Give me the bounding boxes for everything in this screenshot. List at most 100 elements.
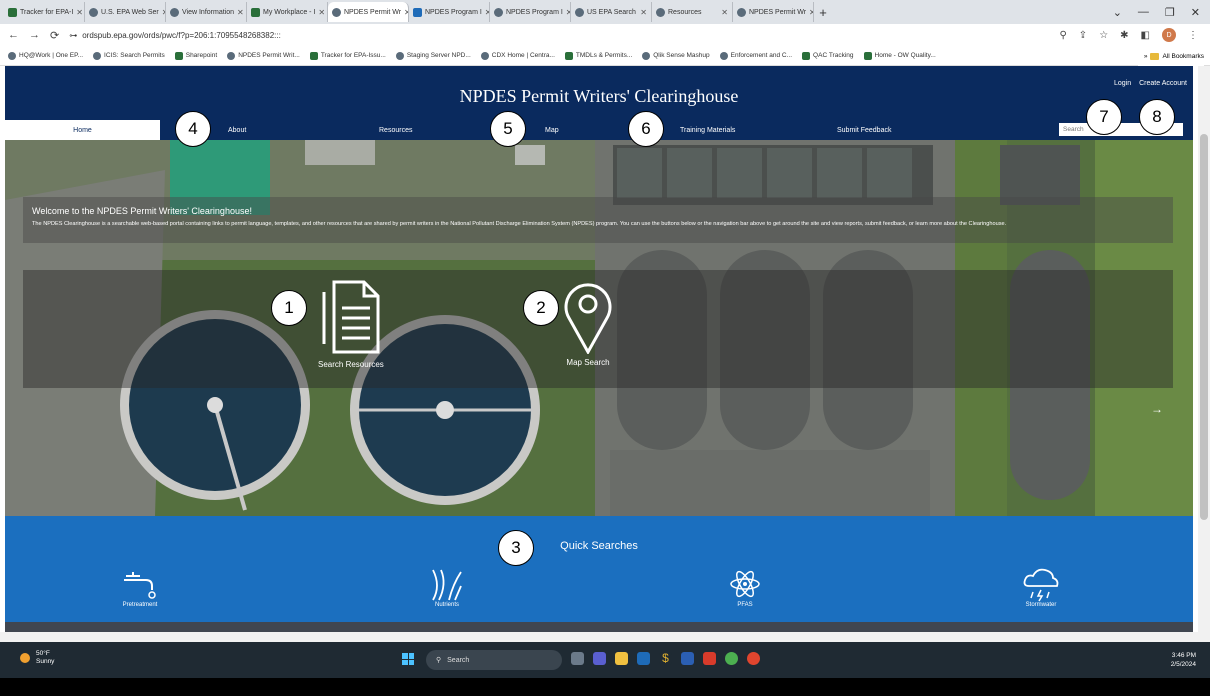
browser-tab[interactable]: U.S. EPA Web Ser✕ <box>85 2 166 22</box>
file-explorer-icon[interactable] <box>615 652 628 665</box>
atom-icon <box>730 570 760 598</box>
tab-search-icon[interactable]: ⌄ <box>1113 6 1122 19</box>
app-icon[interactable] <box>747 652 760 665</box>
web-page: NPDES Permit Writers' Clearinghouse Logi… <box>0 66 1198 632</box>
close-tab-icon[interactable]: ✕ <box>640 8 647 17</box>
search-resources-button[interactable]: Search Resources <box>318 278 384 369</box>
callout-marker: 2 <box>523 290 559 326</box>
create-account-link[interactable]: Create Account <box>1139 80 1187 87</box>
nav-home[interactable]: Home <box>5 120 160 140</box>
bookmark-item[interactable]: Enforcement and C... <box>719 51 792 60</box>
minimize-icon[interactable]: — <box>1138 6 1149 18</box>
globe-icon <box>494 7 503 17</box>
outlook-icon[interactable] <box>637 652 650 665</box>
extensions-icon[interactable]: ✱ <box>1120 30 1128 41</box>
close-tab-icon[interactable]: ✕ <box>237 8 244 17</box>
quick-search-pfas[interactable]: PFAS <box>695 566 795 608</box>
bookmark-item[interactable]: Home - OW Quality... <box>863 51 936 60</box>
share-icon[interactable]: ⇪ <box>1079 30 1087 41</box>
quick-search-stormwater[interactable]: Stormwater <box>991 566 1091 608</box>
bookmark-item[interactable]: CDX Home | Centra... <box>480 51 555 60</box>
map-search-button[interactable]: Map Search <box>561 280 615 367</box>
bookmark-icon <box>93 51 102 60</box>
task-view-icon[interactable] <box>571 652 584 665</box>
welcome-text: The NPDES Clearinghouse is a searchable … <box>32 221 1007 227</box>
bookmark-icon <box>642 51 651 60</box>
bookmark-item[interactable]: ICIS: Search Permits <box>93 51 165 60</box>
bookmark-item[interactable]: QAC Tracking <box>802 51 854 60</box>
close-tab-icon[interactable]: ✕ <box>76 8 83 17</box>
page-scrollbar[interactable] <box>1198 66 1210 632</box>
folder-icon <box>1150 52 1160 60</box>
restore-icon[interactable]: ❐ <box>1165 6 1175 19</box>
nav-map[interactable]: Map <box>545 120 559 140</box>
browser-tab[interactable]: My Workplace - I ✕ <box>247 2 328 22</box>
bookmark-icon <box>174 51 183 60</box>
windows-start-icon[interactable] <box>402 653 414 665</box>
browser-tab[interactable]: NPDES Program I✕ <box>490 2 571 22</box>
bookmark-item[interactable]: NPDES Permit Writ... <box>227 51 300 60</box>
workplace-icon <box>251 7 260 17</box>
back-icon[interactable]: ← <box>8 29 19 41</box>
close-tab-icon[interactable]: ✕ <box>318 8 325 17</box>
site-info-icon[interactable]: ⊶ <box>69 31 77 40</box>
forward-icon[interactable]: → <box>29 29 40 41</box>
reload-icon[interactable]: ⟳ <box>50 29 59 42</box>
browser-tab[interactable]: US EPA Search ✕ <box>571 2 652 22</box>
callout-marker: 4 <box>175 111 211 147</box>
nav-submit-feedback[interactable]: Submit Feedback <box>837 120 891 140</box>
profile-avatar[interactable]: D <box>1162 28 1176 42</box>
all-bookmarks-button[interactable]: » All Bookmarks <box>1137 46 1204 66</box>
bookmark-item[interactable]: Sharepoint <box>174 51 217 60</box>
hero-banner: Welcome to the NPDES Permit Writers' Cle… <box>5 140 1193 516</box>
bookmark-star-icon[interactable]: ☆ <box>1099 30 1108 41</box>
browser-tab[interactable]: NPDES Program I✕ <box>409 2 490 22</box>
nav-about[interactable]: About <box>228 120 246 140</box>
quick-search-nutrients[interactable]: Nutrients <box>397 566 497 608</box>
bookmark-item[interactable]: Tracker for EPA-Issu... <box>309 51 386 60</box>
windows-taskbar: 50°F Sunny ⚲ Search $ 3:46 PM 2/5/2024 <box>0 642 1210 678</box>
system-clock[interactable]: 3:46 PM 2/5/2024 <box>1171 651 1196 669</box>
url-field[interactable]: ⊶ ordspub.epa.gov/ords/pwc/f?p=206:1:709… <box>69 26 1049 44</box>
dollar-app-icon[interactable]: $ <box>659 652 672 665</box>
side-panel-icon[interactable]: ◧ <box>1141 30 1150 41</box>
scrollbar-thumb[interactable] <box>1200 134 1208 520</box>
quick-searches-title: Quick Searches <box>560 540 638 552</box>
zoom-icon[interactable]: ⚲ <box>1059 30 1066 41</box>
bookmark-icon <box>480 51 489 60</box>
login-link[interactable]: Login <box>1114 80 1131 87</box>
teams-icon[interactable] <box>593 652 606 665</box>
browser-tab[interactable]: NPDES Permit Wr✕ <box>733 2 814 22</box>
horizontal-scrollbar[interactable] <box>0 632 1210 642</box>
menu-icon[interactable]: ⋮ <box>1188 30 1198 41</box>
close-window-icon[interactable]: ✕ <box>1191 6 1200 19</box>
epa-icon <box>737 7 746 17</box>
chrome-icon[interactable] <box>725 652 738 665</box>
weather-widget[interactable]: 50°F Sunny <box>20 650 54 666</box>
quick-search-pretreatment[interactable]: Pretreatment <box>90 566 190 608</box>
nav-training-materials[interactable]: Training Materials <box>680 120 735 140</box>
browser-tab[interactable]: View Information ✕ <box>166 2 247 22</box>
faucet-icon <box>124 572 156 599</box>
welcome-title: Welcome to the NPDES Permit Writers' Cle… <box>32 206 252 216</box>
browser-tab[interactable]: Tracker for EPA-I ✕ <box>4 2 85 22</box>
word-icon[interactable] <box>681 652 694 665</box>
callout-marker: 6 <box>628 111 664 147</box>
globe-icon <box>89 7 98 17</box>
close-tab-icon[interactable]: ✕ <box>721 8 728 17</box>
epa-icon <box>575 7 584 17</box>
nav-resources[interactable]: Resources <box>379 120 412 140</box>
document-icon <box>322 280 380 354</box>
carousel-next-icon[interactable]: → <box>1151 402 1163 416</box>
bookmark-item[interactable]: Qlik Sense Mashup <box>642 51 710 60</box>
acrobat-icon[interactable] <box>703 652 716 665</box>
browser-tab-active[interactable]: NPDES Permit Wr✕ <box>328 2 409 22</box>
browser-tab[interactable]: Resources ✕ <box>652 2 733 22</box>
site-header: NPDES Permit Writers' Clearinghouse Logi… <box>5 66 1193 120</box>
bookmark-item[interactable]: TMDLs & Permits... <box>564 51 632 60</box>
more-bookmarks-icon[interactable]: » <box>1144 53 1148 60</box>
new-tab-icon[interactable]: + <box>814 5 832 20</box>
bookmark-item[interactable]: HQ@Work | One EP... <box>8 51 83 60</box>
taskbar-search[interactable]: ⚲ Search <box>426 650 562 670</box>
bookmark-item[interactable]: Staging Server NPD... <box>395 51 471 60</box>
